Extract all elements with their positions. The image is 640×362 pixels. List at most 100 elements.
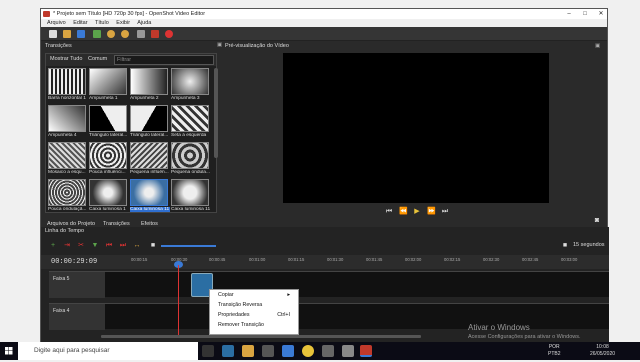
transition-tile[interactable]: Ampunheta 2 (130, 68, 168, 104)
common-button[interactable]: Comum (88, 56, 107, 62)
transition-tile[interactable]: Barra horizontal 1 (48, 68, 86, 104)
lang-code: POR (548, 344, 560, 350)
fast-forward-icon[interactable]: ⏩ (427, 208, 436, 216)
redo-icon[interactable] (121, 30, 129, 38)
zoom-in-icon[interactable]: ■ (561, 242, 569, 250)
record-icon[interactable] (165, 30, 173, 38)
zoom-out-icon[interactable]: ■ (149, 242, 157, 250)
filter-input[interactable]: Filtrar (114, 55, 214, 65)
menu-item-label: Copiar (218, 292, 234, 298)
menu-editar[interactable]: Editar (73, 20, 87, 26)
export-icon[interactable] (151, 30, 159, 38)
minimize-icon[interactable]: – (561, 9, 577, 19)
next-marker-icon[interactable]: ⏭ (119, 242, 127, 250)
jump-start-icon[interactable]: ⏮ (385, 208, 393, 216)
undo-icon[interactable] (107, 30, 115, 38)
mail-icon[interactable] (282, 345, 294, 357)
show-all-button[interactable]: Mostrar Tudo (50, 56, 82, 62)
edge-icon[interactable] (222, 345, 234, 357)
transition-thumbnail (48, 142, 86, 169)
transition-tile[interactable]: Ampunheta 3 (171, 68, 209, 104)
transition-tile[interactable]: Pouca influênci... (89, 142, 127, 178)
menu-exibir[interactable]: Exibir (116, 20, 130, 26)
transition-label: Caixa luminosa 11 (130, 207, 170, 212)
window-title: * Projeto sem Título [HD 720p 30 fps] - … (53, 11, 206, 17)
app-icon[interactable] (342, 345, 354, 357)
track-5[interactable]: Faixa 5 (49, 271, 609, 298)
save-project-icon[interactable] (77, 30, 85, 38)
input-language[interactable]: POR PTB2 (548, 344, 561, 357)
zoom-slider[interactable] (161, 245, 216, 247)
menu-item-reverse-transition[interactable]: Transição Reversa (210, 301, 298, 310)
transition-tile[interactable]: Mosaico a esqu... (48, 142, 86, 178)
transition-tile[interactable]: Seta à esquerda (171, 105, 209, 141)
transition-tile[interactable]: Pequena influên... (130, 142, 169, 178)
menu-item-remove-transition[interactable]: Remover Transição (210, 321, 298, 330)
timeline-scrollbar[interactable] (101, 335, 421, 338)
app-window: * Projeto sem Título [HD 720p 30 fps] - … (40, 8, 609, 345)
store-icon[interactable] (262, 345, 274, 357)
transition-label: Ampunheta 3 (171, 96, 200, 101)
transitions-scrollbar[interactable] (214, 68, 218, 158)
previous-marker-icon[interactable]: ⏮ (105, 242, 113, 250)
transition-tile[interactable]: Ampunheta 4 (48, 105, 86, 141)
timeline-panel: Linha do Tempo + ⇥ ✂ ▼ ⏮ ⏭ ↔ ■ ■ 15 segu… (41, 227, 609, 345)
jump-end-icon[interactable]: ⏭ (441, 208, 449, 216)
chrome-icon[interactable] (302, 345, 314, 357)
transition-thumbnail (130, 105, 168, 132)
transition-tile[interactable]: Caixa luminosa 1 (89, 179, 127, 215)
transition-tile[interactable]: Triângulo lateral... (130, 105, 168, 141)
maximize-icon[interactable]: □ (577, 9, 593, 19)
preview-float-icon[interactable]: ▣ (595, 43, 600, 49)
task-view-icon[interactable] (202, 345, 214, 357)
transition-label: Pouca ondulaçã... (48, 207, 87, 212)
transition-label: Caixa luminosa 11 (171, 207, 211, 212)
panel-float-icon[interactable]: ▣ (217, 42, 222, 48)
snapping-icon[interactable]: ⇥ (63, 242, 71, 250)
activation-watermark-title: Ativar o Windows (468, 323, 530, 332)
windows-start-button[interactable] (0, 342, 18, 360)
menu-arquivo[interactable]: Arquivo (47, 20, 66, 26)
menu-item-copy[interactable]: Copiar ▸ (210, 291, 298, 300)
menu-titulo[interactable]: Título (95, 20, 109, 26)
center-timeline-icon[interactable]: ↔ (133, 242, 141, 250)
openshot-taskbar-icon[interactable] (360, 345, 372, 357)
transition-thumbnail (171, 179, 209, 206)
menu-item-properties[interactable]: Propriedades Ctrl+I (210, 311, 298, 320)
add-track-icon[interactable]: + (49, 242, 57, 250)
transition-tile[interactable]: Caixa luminosa 11 (171, 179, 211, 215)
open-project-icon[interactable] (63, 30, 71, 38)
transition-thumbnail (130, 68, 168, 95)
add-marker-icon[interactable]: ▼ (91, 242, 99, 250)
activation-watermark-subtitle: Acesse Configurações para ativar o Windo… (468, 334, 581, 340)
razor-icon[interactable]: ✂ (77, 242, 85, 250)
track-header: Faixa 4 (49, 304, 105, 330)
transition-tile[interactable]: Pequena ondula... (171, 142, 210, 178)
transition-thumbnail (171, 105, 209, 132)
transition-label: Ampunheta 1 (89, 96, 118, 101)
clock-date: 26/05/2020 (590, 350, 616, 357)
transitions-panel: Mostrar Tudo Comum Filtrar Barra horizon… (45, 53, 218, 215)
new-project-icon[interactable] (49, 30, 57, 38)
rewind-icon[interactable]: ⏪ (399, 208, 408, 216)
main-toolbar (41, 27, 607, 41)
import-files-icon[interactable] (93, 30, 101, 38)
timeline-ruler[interactable]: 00:00:29:09 00:00:15 00:00:30 00:00:45 0… (41, 255, 609, 269)
transitions-panel-title: Transições (45, 43, 72, 49)
snapshot-icon[interactable]: ◙ (593, 217, 601, 225)
close-icon[interactable]: ✕ (593, 9, 609, 19)
transition-tile[interactable]: Triângulo lateral... (89, 105, 127, 141)
system-clock[interactable]: 10:08 26/05/2020 (590, 344, 615, 357)
steam-icon[interactable] (322, 345, 334, 357)
ruler-tick: 00:02:15 (444, 257, 461, 262)
transition-thumbnail (48, 179, 86, 206)
transition-tile[interactable]: Pouca ondulaçã... (48, 179, 86, 215)
taskbar-search-input[interactable]: Digite aqui para pesquisar (18, 342, 198, 360)
menu-ajuda[interactable]: Ajuda (137, 20, 151, 26)
transition-tile[interactable]: Ampunheta 1 (89, 68, 127, 104)
transition-tile[interactable]: Caixa luminosa 11 (130, 179, 170, 215)
file-explorer-icon[interactable] (242, 345, 254, 357)
profile-icon[interactable] (137, 30, 145, 38)
menu-item-label: Remover Transição (218, 322, 264, 328)
play-icon[interactable]: ▶ (413, 208, 421, 216)
